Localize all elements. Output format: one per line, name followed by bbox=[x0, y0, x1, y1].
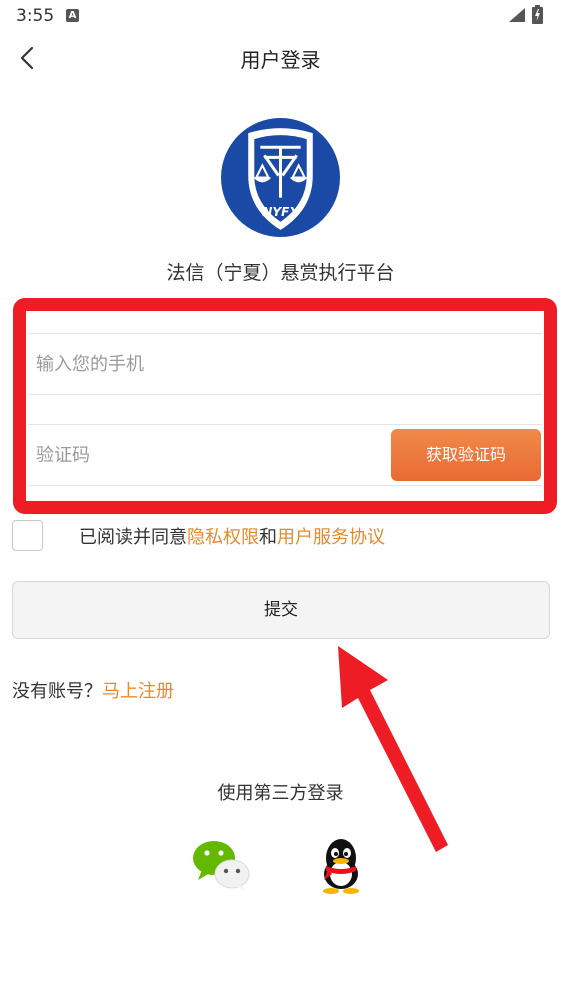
logo-text: NYFX bbox=[262, 205, 299, 219]
scales-of-justice-shield-logo: NYFX bbox=[221, 118, 340, 237]
page-title: 用户登录 bbox=[240, 48, 321, 72]
code-field-row: 获取验证码 bbox=[28, 424, 542, 486]
notification-icon: A bbox=[66, 9, 79, 22]
platform-name: 法信（宁夏）悬赏执行平台 bbox=[166, 262, 395, 284]
status-bar: 3:55 A bbox=[0, 0, 561, 32]
wechat-icon[interactable] bbox=[192, 838, 250, 892]
agreement-checkbox[interactable] bbox=[12, 520, 43, 551]
status-time: 3:55 bbox=[16, 6, 55, 26]
battery-icon bbox=[532, 5, 543, 24]
register-row: 没有账号？马上注册 bbox=[12, 677, 174, 703]
agreement-and: 和 bbox=[259, 527, 277, 548]
get-code-button[interactable]: 获取验证码 bbox=[391, 429, 541, 481]
register-link[interactable]: 马上注册 bbox=[102, 681, 174, 702]
submit-button[interactable]: 提交 bbox=[12, 581, 550, 639]
verification-code-input[interactable] bbox=[36, 425, 376, 485]
agreement-row: 已阅读并同意隐私权限和用户服务协议 bbox=[12, 519, 552, 553]
terms-link[interactable]: 用户服务协议 bbox=[277, 527, 385, 548]
phone-field-row bbox=[28, 333, 542, 395]
agreement-text: 已阅读并同意隐私权限和用户服务协议 bbox=[79, 523, 385, 549]
red-arrow-annotation bbox=[338, 646, 448, 852]
nav-bar: 用户登录 bbox=[0, 32, 561, 84]
agreement-prefix: 已阅读并同意 bbox=[79, 527, 187, 548]
signal-icon bbox=[509, 8, 525, 22]
qq-icon[interactable] bbox=[316, 836, 366, 894]
phone-input[interactable] bbox=[36, 334, 516, 394]
third-party-label: 使用第三方登录 bbox=[217, 783, 344, 804]
privacy-link[interactable]: 隐私权限 bbox=[187, 527, 259, 548]
register-prompt: 没有账号？ bbox=[12, 681, 102, 702]
